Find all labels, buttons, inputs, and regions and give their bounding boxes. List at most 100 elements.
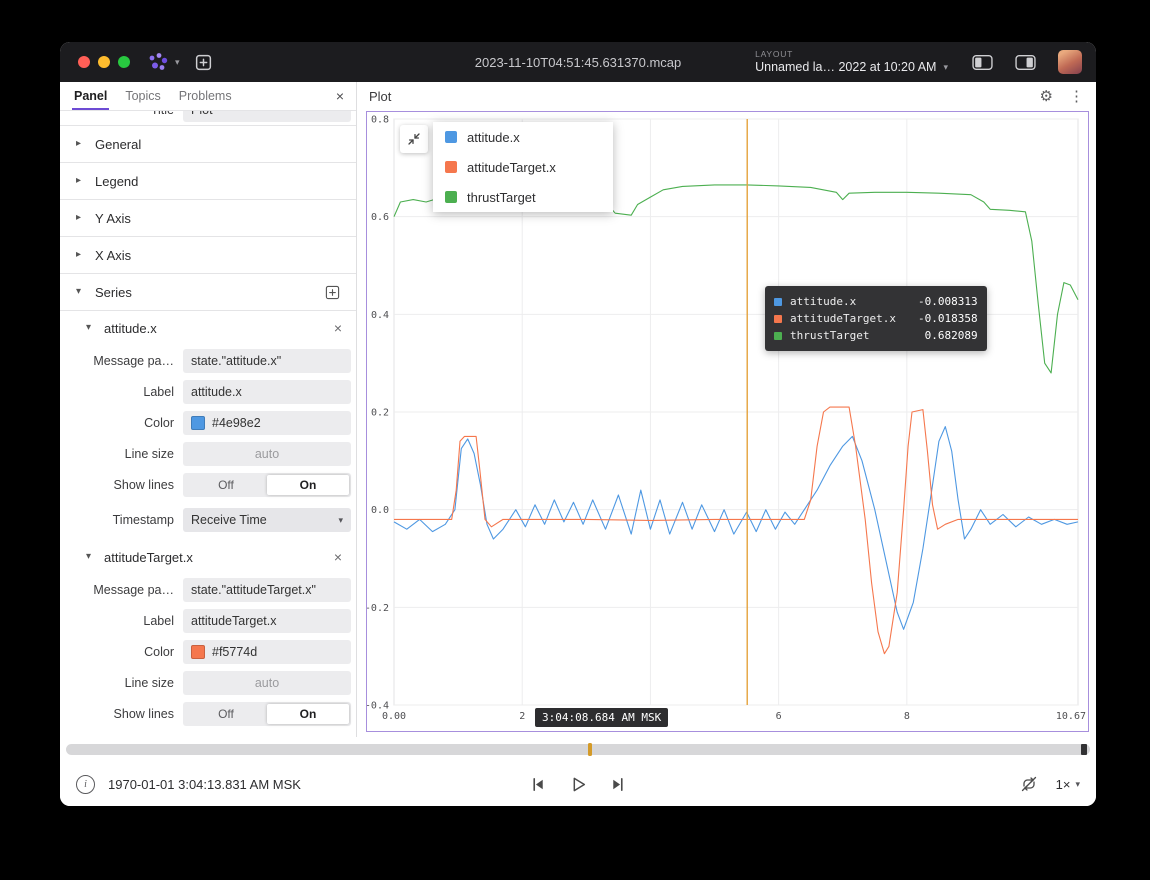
collapse-legend-button[interactable]: [400, 125, 428, 153]
color-field[interactable]: #4e98e2: [183, 411, 351, 435]
play-icon: [569, 775, 588, 794]
series-color-swatch: [774, 332, 782, 340]
tab-panel[interactable]: Panel: [74, 82, 107, 110]
svg-text:0.8: 0.8: [371, 115, 389, 126]
label-field[interactable]: attitude.x: [183, 380, 351, 404]
zoom-window-button[interactable]: [118, 56, 130, 68]
window-title: 2023-11-10T04:51:45.631370.mcap: [475, 55, 681, 70]
chevron-down-icon: ▾: [76, 287, 86, 297]
scrubber-playhead[interactable]: [588, 743, 592, 756]
tab-problems[interactable]: Problems: [179, 82, 232, 110]
tooltip-series-name: attitudeTarget.x: [790, 312, 910, 325]
playback-timestamp: 1970-01-01 3:04:13.831 AM MSK: [108, 777, 301, 792]
svg-text:8: 8: [904, 711, 910, 722]
data-source-info-button[interactable]: i: [76, 775, 95, 794]
color-swatch[interactable]: [191, 416, 205, 430]
plot-legend-overlay: attitude.x attitudeTarget.x thrustTarget: [433, 122, 613, 212]
right-sidebar-icon: [1015, 54, 1036, 71]
loop-playback-button[interactable]: [1020, 775, 1038, 793]
legend-item[interactable]: thrustTarget: [433, 182, 613, 212]
series-name: attitudeTarget.x: [104, 550, 193, 565]
tooltip-row: attitude.x -0.008313: [774, 293, 978, 310]
svg-text:6: 6: [776, 711, 782, 722]
left-sidebar-toggle-button[interactable]: [972, 54, 993, 71]
scrubber-hover-time-tooltip: 3:04:08.684 AM MSK: [535, 708, 668, 727]
show-lines-off-option[interactable]: Off: [185, 475, 267, 495]
show-lines-on-option[interactable]: On: [267, 704, 349, 724]
message-path-field[interactable]: state."attitude.x": [183, 349, 351, 373]
app-menu-button[interactable]: ▾: [146, 51, 180, 73]
series-color-swatch: [774, 315, 782, 323]
show-lines-on-option[interactable]: On: [267, 475, 349, 495]
color-swatch[interactable]: [191, 645, 205, 659]
tooltip-series-value: -0.008313: [918, 295, 978, 308]
remove-series-button[interactable]: ×: [334, 321, 342, 335]
sidebar-tab-bar: Panel Topics Problems ×: [60, 82, 356, 111]
label-row: Label attitudeTarget.x: [60, 605, 356, 636]
timestamp-value: Receive Time: [191, 513, 267, 527]
layout-menu-button[interactable]: LAYOUT Unnamed la… 2022 at 10:20 AM ▾: [755, 49, 948, 75]
svg-text:10.67: 10.67: [1056, 711, 1086, 722]
line-size-placeholder: auto: [255, 676, 279, 690]
tooltip-row: attitudeTarget.x -0.018358: [774, 310, 978, 327]
series-header[interactable]: ▾ attitudeTarget.x ×: [60, 540, 356, 574]
panel-menu-kebab-button[interactable]: ⋮: [1069, 87, 1084, 105]
chevron-down-icon: ▾: [86, 552, 96, 562]
legend-item[interactable]: attitudeTarget.x: [433, 152, 613, 182]
panel-settings-gear-button[interactable]: ⚙: [1040, 87, 1053, 105]
line-size-row: Line size auto: [60, 667, 356, 698]
chevron-down-icon: ▾: [943, 63, 948, 72]
label-value: attitude.x: [191, 385, 242, 399]
section-label: Legend: [95, 174, 138, 189]
message-path-value: state."attitude.x": [191, 354, 281, 368]
tab-topics[interactable]: Topics: [125, 82, 160, 110]
show-lines-off-option[interactable]: Off: [185, 704, 267, 724]
right-sidebar-toggle-button[interactable]: [1015, 54, 1036, 71]
show-lines-toggle: Off On: [183, 702, 351, 726]
playback-scrubber[interactable]: [66, 744, 1090, 755]
add-series-button[interactable]: [325, 285, 340, 300]
legend-item[interactable]: attitude.x: [433, 122, 613, 152]
label-field[interactable]: attitudeTarget.x: [183, 609, 351, 633]
timestamp-select[interactable]: Receive Time ▾: [183, 508, 351, 532]
play-button[interactable]: [569, 775, 588, 794]
line-size-field[interactable]: auto: [183, 442, 351, 466]
sidebar-section-series[interactable]: ▾ Series: [60, 274, 356, 311]
svg-text:0.2: 0.2: [371, 408, 389, 419]
color-field[interactable]: #f5774d: [183, 640, 351, 664]
add-series-icon: [325, 285, 340, 300]
label-value: attitudeTarget.x: [191, 614, 276, 628]
line-size-field[interactable]: auto: [183, 671, 351, 695]
seek-backward-button[interactable]: [530, 776, 547, 793]
message-path-field[interactable]: state."attitudeTarget.x": [183, 578, 351, 602]
series-header[interactable]: ▾ attitude.x ×: [60, 311, 356, 345]
chart-hover-tooltip: attitude.x -0.008313 attitudeTarget.x -0…: [765, 286, 987, 351]
plot-chart-area: 0.80.60.40.20.0-0.2-0.40.00246810.67 att…: [366, 111, 1089, 732]
add-panel-button[interactable]: [194, 53, 213, 72]
close-sidebar-button[interactable]: ×: [336, 88, 344, 104]
playback-speed-select[interactable]: 1× ▾: [1056, 777, 1080, 792]
panel-settings-sidebar: Panel Topics Problems × Title Plot ▸ Gen…: [60, 82, 357, 737]
panel-title-value: Plot: [191, 111, 213, 117]
show-lines-label: Show lines: [60, 478, 174, 492]
svg-text:0.0: 0.0: [371, 505, 389, 516]
sidebar-section-general[interactable]: ▸ General: [60, 126, 356, 163]
sidebar-section-legend[interactable]: ▸ Legend: [60, 163, 356, 200]
chevron-down-icon: ▾: [175, 58, 180, 67]
seek-forward-button[interactable]: [610, 776, 627, 793]
series-block-attitude-target-x: ▾ attitudeTarget.x × Message pa… state."…: [60, 540, 356, 729]
avatar[interactable]: [1058, 50, 1082, 74]
minimize-window-button[interactable]: [98, 56, 110, 68]
close-window-button[interactable]: [78, 56, 90, 68]
panel-title-field[interactable]: Plot: [183, 111, 351, 122]
color-label: Color: [60, 645, 174, 659]
plot-panel-header[interactable]: Plot ⚙ ⋮: [357, 82, 1096, 110]
remove-series-button[interactable]: ×: [334, 550, 342, 564]
scrubber-end-marker: [1081, 744, 1087, 755]
legend-item-label: attitude.x: [467, 130, 520, 145]
playback-speed-value: 1×: [1056, 777, 1071, 792]
playback-controls-bar: i 1970-01-01 3:04:13.831 AM MSK: [60, 762, 1096, 806]
sidebar-section-x-axis[interactable]: ▸ X Axis: [60, 237, 356, 274]
sidebar-section-y-axis[interactable]: ▸ Y Axis: [60, 200, 356, 237]
chevron-down-icon: ▾: [338, 516, 343, 525]
